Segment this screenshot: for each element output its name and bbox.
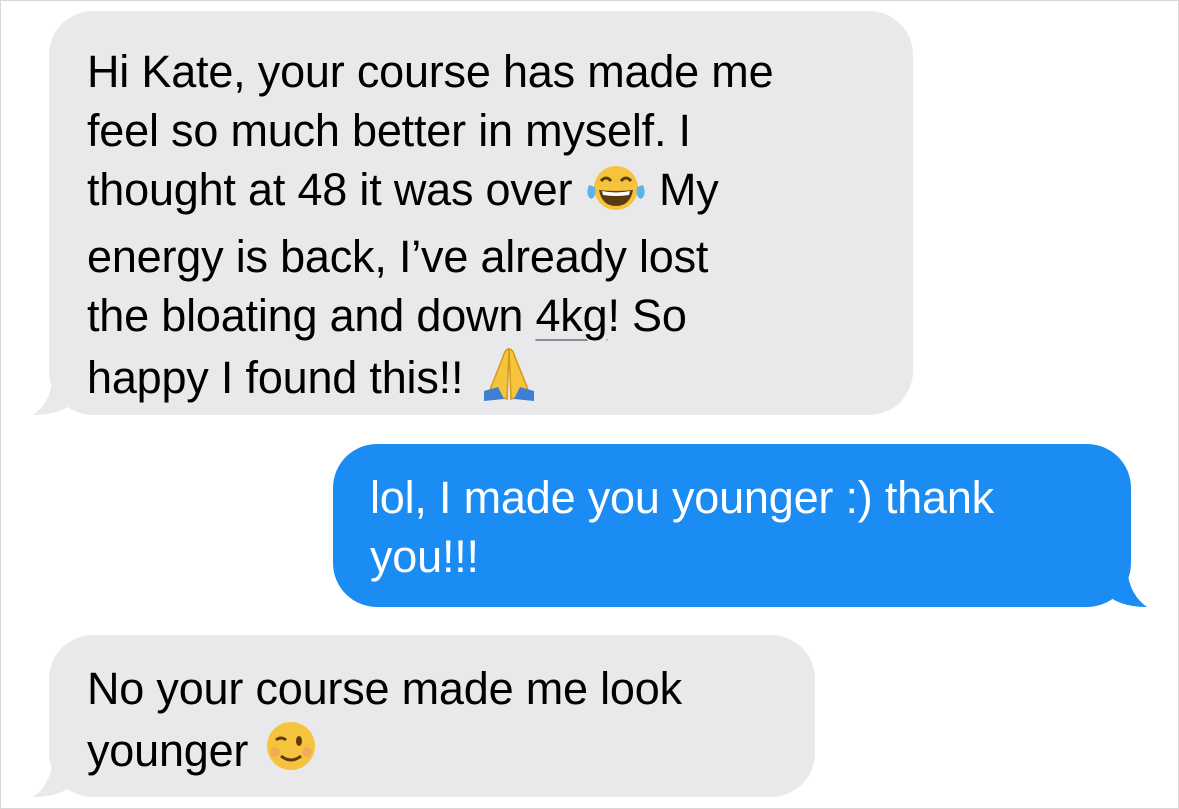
- folded-hands-icon: [476, 345, 542, 415]
- message-text-line: thought at 48 it was over My: [87, 160, 913, 227]
- message-text-line: younger: [87, 718, 815, 788]
- message-text-line: lol, I made you younger :) thank: [370, 472, 994, 523]
- winking-face-icon: [261, 718, 321, 788]
- message-text-segment: younger: [87, 725, 249, 776]
- message-text-segment: happy I found this!!: [87, 352, 464, 403]
- message-text-line: happy I found this!!: [87, 345, 913, 415]
- face-with-tears-of-joy-icon: [585, 163, 647, 227]
- sent-bubble-tail: [1107, 563, 1147, 607]
- message-text-line: No your course made me look: [87, 663, 682, 714]
- message-text-segment: My: [658, 164, 719, 215]
- message-text-line: you!!!: [370, 531, 479, 582]
- message-text-segment: ! So: [607, 290, 687, 341]
- received-bubble-tail: [33, 371, 73, 415]
- sent-message-bubble[interactable]: lol, I made you younger :) thank you!!!: [333, 444, 1131, 607]
- received-message-bubble[interactable]: No your course made me look younger: [49, 635, 815, 797]
- detected-data-link[interactable]: 4kg: [535, 290, 607, 341]
- message-text-segment: thought at 48 it was over: [87, 164, 573, 215]
- received-message-bubble[interactable]: Hi Kate, your course has made me feel so…: [49, 11, 913, 415]
- message-thread: Hi Kate, your course has made me feel so…: [0, 0, 1179, 809]
- message-text-line: the bloating and down 4kg! So: [87, 286, 913, 345]
- message-text-line: energy is back, I’ve already lost: [87, 231, 709, 282]
- received-bubble-tail: [33, 753, 73, 797]
- message-text-line: Hi Kate, your course has made me: [87, 46, 774, 97]
- message-text-line: feel so much better in myself. I: [87, 105, 691, 156]
- message-text-segment: the bloating and down: [87, 290, 524, 341]
